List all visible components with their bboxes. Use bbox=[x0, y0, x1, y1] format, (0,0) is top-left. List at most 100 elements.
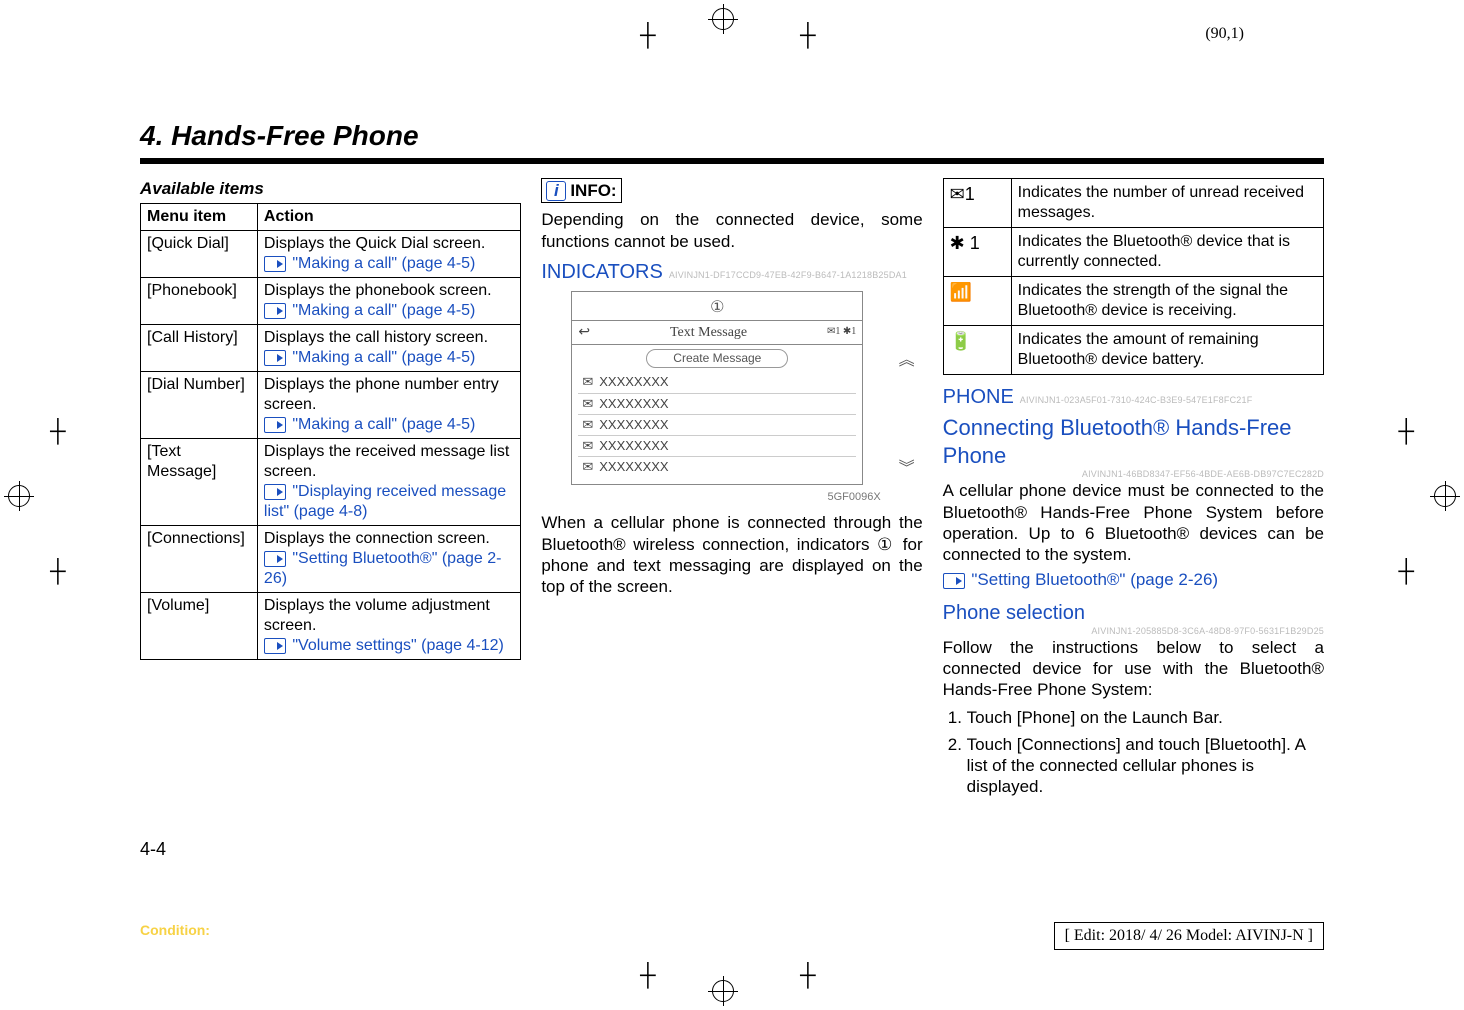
crop-mark: ┼ bbox=[640, 964, 656, 986]
cross-ref-link[interactable]: "Setting Bluetooth®" (page 2-26) bbox=[264, 550, 502, 587]
menu-action: Displays the Quick Dial screen. "Making … bbox=[257, 231, 520, 278]
phone-heading: PHONE bbox=[943, 385, 1014, 410]
hash-code: AIVINJN1-46BD8347-EF56-4BDE-AE6B-DB97C7E… bbox=[943, 469, 1324, 480]
column-1: Available items Menu item Action [Quick … bbox=[140, 178, 521, 804]
list-item: XXXXXXXX bbox=[599, 417, 668, 433]
cross-ref-icon bbox=[264, 256, 286, 272]
create-message-button: Create Message bbox=[646, 349, 788, 368]
menu-item: [Dial Number] bbox=[141, 372, 258, 439]
cross-ref-icon bbox=[264, 350, 286, 366]
unread-messages-icon: ✉1 bbox=[943, 179, 1011, 228]
column-2: i INFO: Depending on the connected devic… bbox=[541, 178, 922, 804]
phone-selection-steps: Touch [Phone] on the Launch Bar. Touch [… bbox=[943, 707, 1324, 798]
indicator-desc: Indicates the Bluetooth® device that is … bbox=[1011, 228, 1323, 277]
condition-label: Condition: bbox=[140, 922, 210, 938]
menu-action: Displays the phone number entry screen. … bbox=[257, 372, 520, 439]
menu-action: Displays the received message list scree… bbox=[257, 439, 520, 526]
open-envelope-icon: ✉ bbox=[582, 417, 593, 433]
menu-item: [Call History] bbox=[141, 325, 258, 372]
action-text: Displays the Quick Dial screen. bbox=[264, 235, 485, 252]
menu-item: [Phonebook] bbox=[141, 278, 258, 325]
menu-action: Displays the connection screen. "Setting… bbox=[257, 526, 520, 593]
indicators-heading: INDICATORS bbox=[541, 260, 663, 285]
step-1: Touch [Phone] on the Launch Bar. bbox=[967, 707, 1324, 728]
sheet-page-number: (90,1) bbox=[1205, 25, 1244, 43]
phone-selection-heading: Phone selection bbox=[943, 601, 1085, 626]
crop-mark: ┼ bbox=[50, 420, 66, 442]
connect-heading: Connecting Bluetooth® Hands-Free Phone bbox=[943, 414, 1324, 469]
cross-ref-icon bbox=[264, 551, 286, 567]
cross-ref-link[interactable]: "Making a call" (page 4-5) bbox=[292, 416, 475, 433]
menu-table: Menu item Action [Quick Dial] Displays t… bbox=[140, 203, 521, 660]
info-text: Depending on the connected device, some … bbox=[541, 209, 922, 252]
connect-text: A cellular phone device must be connecte… bbox=[943, 480, 1324, 565]
hash-code: AIVINJN1-DF17CCD9-47EB-42F9-B647-1A1218B… bbox=[669, 270, 907, 281]
cross-ref-icon bbox=[264, 303, 286, 319]
cross-ref-link[interactable]: "Displaying received message list" (page… bbox=[264, 483, 506, 520]
column-3: ✉1 Indicates the number of unread receiv… bbox=[943, 178, 1324, 804]
registration-mark-top bbox=[712, 8, 734, 30]
menu-item: [Volume] bbox=[141, 593, 258, 660]
signal-strength-icon: 📶 bbox=[943, 277, 1011, 326]
cross-ref-link[interactable]: "Making a call" (page 4-5) bbox=[292, 349, 475, 366]
action-text: Displays the volume adjustment screen. bbox=[264, 597, 490, 634]
action-text: Displays the phone number entry screen. bbox=[264, 376, 499, 413]
text-message-figure: ① ↩ Text Message ✉1 ✱1 Create Message ✉ X… bbox=[571, 291, 863, 485]
action-text: Displays the phonebook screen. bbox=[264, 282, 492, 299]
figure-title: Text Message bbox=[670, 324, 747, 342]
menu-action: Displays the phonebook screen. "Making a… bbox=[257, 278, 520, 325]
hash-code: AIVINJN1-023A5F01-7310-424C-B3E9-547E1F8… bbox=[1020, 395, 1253, 406]
menu-item: [Quick Dial] bbox=[141, 231, 258, 278]
list-item: XXXXXXXX bbox=[599, 459, 668, 475]
figure-callout-1: ① bbox=[572, 292, 862, 320]
envelope-icon: ✉ bbox=[582, 374, 593, 390]
battery-icon: 🔋 bbox=[943, 326, 1011, 375]
menu-item: [Connections] bbox=[141, 526, 258, 593]
cross-ref-link[interactable]: "Making a call" (page 4-5) bbox=[292, 302, 475, 319]
open-envelope-icon: ✉ bbox=[582, 438, 593, 454]
indicators-body-text: When a cellular phone is connected throu… bbox=[541, 512, 922, 597]
registration-mark-left bbox=[8, 485, 30, 507]
info-label: INFO: bbox=[570, 180, 616, 201]
crop-mark: ┼ bbox=[800, 964, 816, 986]
indicator-table: ✉1 Indicates the number of unread receiv… bbox=[943, 178, 1324, 375]
cross-ref-link[interactable]: "Volume settings" (page 4-12) bbox=[292, 637, 503, 654]
selection-text: Follow the instructions below to select … bbox=[943, 637, 1324, 701]
cross-ref-icon bbox=[264, 484, 286, 500]
registration-mark-right bbox=[1434, 485, 1456, 507]
crop-mark: ┼ bbox=[50, 560, 66, 582]
cross-ref-icon bbox=[264, 638, 286, 654]
figure-code: 5GF0096X bbox=[541, 491, 922, 505]
crop-mark: ┼ bbox=[1398, 560, 1414, 582]
status-icons: ✉1 ✱1 bbox=[827, 326, 856, 339]
th-menu-item: Menu item bbox=[141, 204, 258, 231]
open-envelope-icon: ✉ bbox=[582, 459, 593, 475]
registration-mark-bottom bbox=[712, 980, 734, 1002]
action-text: Displays the connection screen. bbox=[264, 530, 490, 547]
action-text: Displays the received message list scree… bbox=[264, 443, 509, 480]
crop-mark: ┼ bbox=[1398, 420, 1414, 442]
step-2: Touch [Connections] and touch [Bluetooth… bbox=[967, 734, 1324, 798]
cross-ref-icon bbox=[264, 417, 286, 433]
crop-mark: ┼ bbox=[640, 24, 656, 46]
available-items-heading: Available items bbox=[140, 178, 521, 199]
edit-info-box: [ Edit: 2018/ 4/ 26 Model: AIVINJ-N ] bbox=[1054, 922, 1324, 950]
action-text: Displays the call history screen. bbox=[264, 329, 488, 346]
th-action: Action bbox=[257, 204, 520, 231]
indicator-desc: Indicates the number of unread received … bbox=[1011, 179, 1323, 228]
back-icon: ↩ bbox=[578, 324, 590, 342]
chapter-title: 4. Hands-Free Phone bbox=[140, 120, 1324, 152]
bluetooth-device-icon: ✱ 1 bbox=[943, 228, 1011, 277]
page-number: 4-4 bbox=[140, 838, 166, 861]
title-rule bbox=[140, 158, 1324, 164]
crop-mark: ┼ bbox=[800, 24, 816, 46]
cross-ref-icon bbox=[943, 573, 965, 589]
menu-action: Displays the call history screen. "Makin… bbox=[257, 325, 520, 372]
open-envelope-icon: ✉ bbox=[582, 396, 593, 412]
menu-item: [Text Message] bbox=[141, 439, 258, 526]
list-item: XXXXXXXX bbox=[599, 374, 668, 390]
cross-ref-link[interactable]: "Setting Bluetooth®" (page 2-26) bbox=[971, 570, 1218, 589]
chevron-down-icon: ︾ bbox=[899, 459, 915, 479]
cross-ref-link[interactable]: "Making a call" (page 4-5) bbox=[292, 255, 475, 272]
info-box: i INFO: bbox=[541, 178, 621, 203]
